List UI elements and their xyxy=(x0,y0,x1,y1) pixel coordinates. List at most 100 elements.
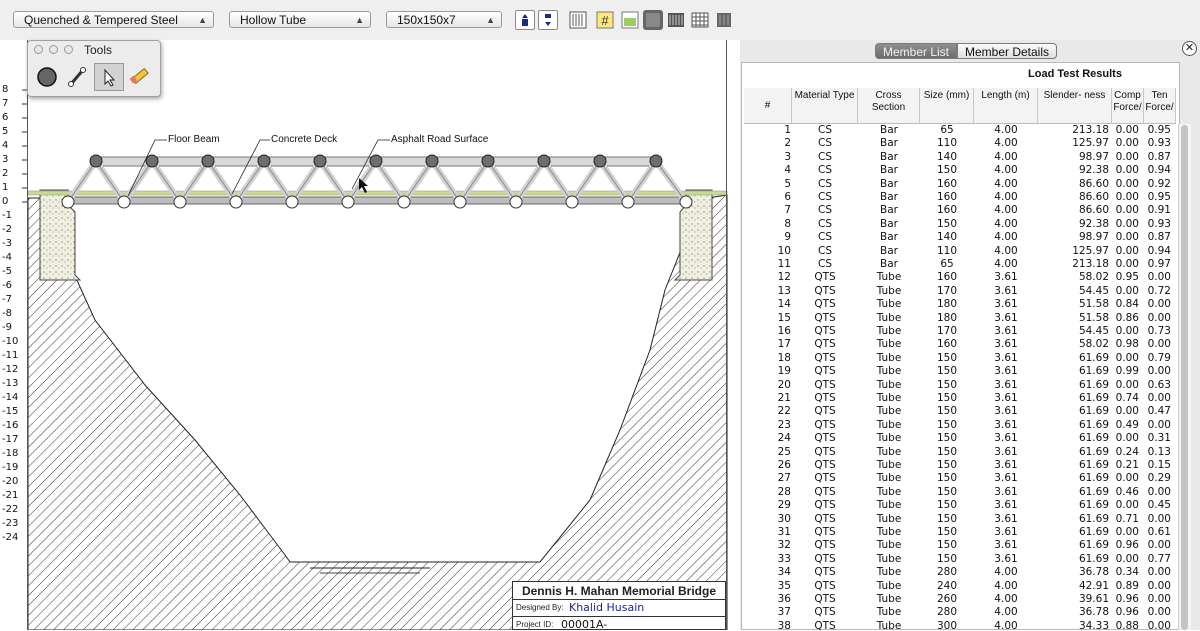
table-cell: 0.86 xyxy=(1115,311,1139,324)
member-tool-button[interactable] xyxy=(62,63,92,91)
table-row[interactable]: 16 QTS Tube 170 3.61 54.45 0.00 0.73 xyxy=(744,325,1176,338)
table-row[interactable]: 19 QTS Tube 150 3.61 61.69 0.99 0.00 xyxy=(744,365,1176,378)
table-cell: 0.00 xyxy=(1115,137,1139,150)
table-row[interactable]: 6 CS Bar 160 4.00 86.60 0.00 0.95 xyxy=(744,191,1176,204)
y-axis-tick-label: 6 xyxy=(2,112,9,123)
table-row[interactable]: 37 QTS Tube 280 4.00 36.78 0.96 0.00 xyxy=(744,606,1176,619)
table-row[interactable]: 26 QTS Tube 150 3.61 61.69 0.21 0.15 xyxy=(744,459,1176,472)
table-cell: 150 xyxy=(936,392,958,404)
table-cell: 0.00 xyxy=(1115,284,1139,297)
table-row[interactable]: 7 CS Bar 160 4.00 86.60 0.00 0.91 xyxy=(744,204,1176,217)
table-cell: 0.84 xyxy=(1115,298,1139,311)
table-row[interactable]: 8 CS Bar 150 4.00 92.38 0.00 0.93 xyxy=(744,218,1176,231)
table-row[interactable]: 12 QTS Tube 160 3.61 58.02 0.95 0.00 xyxy=(744,271,1176,284)
palette-zoom-button[interactable] xyxy=(64,45,73,54)
column-header[interactable]: Cross Section xyxy=(858,88,920,123)
table-cell: CS xyxy=(818,258,832,270)
arrow-pointer-icon xyxy=(104,68,116,87)
table-row[interactable]: 35 QTS Tube 240 4.00 42.91 0.89 0.00 xyxy=(744,580,1176,593)
table-cell: 3.61 xyxy=(994,418,1018,431)
table-row[interactable]: 10 CS Bar 110 4.00 125.97 0.00 0.94 xyxy=(744,245,1176,258)
table-cell: 0.74 xyxy=(1115,392,1139,404)
table-row[interactable]: 17 QTS Tube 160 3.61 58.02 0.98 0.00 xyxy=(744,338,1176,351)
member-table-body[interactable]: 1 CS Bar 65 4.00 213.18 0.00 0.95 2 CS Bar 110 4.00 1… xyxy=(744,124,1176,630)
table-row[interactable]: 1 CS Bar 65 4.00 213.18 0.00 0.95 xyxy=(744,124,1176,137)
table-row[interactable]: 34 QTS Tube 280 4.00 36.78 0.34 0.00 xyxy=(744,566,1176,579)
table-cell: 4.00 xyxy=(994,191,1018,203)
table-row[interactable]: 32 QTS Tube 150 3.61 61.69 0.96 0.00 xyxy=(744,539,1176,552)
table-row[interactable]: 15 QTS Tube 180 3.61 51.58 0.86 0.00 xyxy=(744,312,1176,325)
table-cell: 51.58 xyxy=(1078,298,1109,311)
table-row[interactable]: 25 QTS Tube 150 3.61 61.69 0.24 0.13 xyxy=(744,446,1176,459)
y-axis-tick-label: -1 xyxy=(2,210,12,221)
column-header[interactable]: Ten Force/ xyxy=(1144,88,1176,123)
table-cell: 0.00 xyxy=(1115,351,1139,364)
table-row[interactable]: 5 CS Bar 160 4.00 86.60 0.00 0.92 xyxy=(744,178,1176,191)
table-cell: 3.61 xyxy=(994,405,1018,418)
table-row[interactable]: 31 QTS Tube 150 3.61 61.69 0.00 0.61 xyxy=(744,526,1176,539)
drawing-title-block: Dennis H. Mahan Memorial Bridge Designed… xyxy=(512,581,726,631)
table-cell: 3.61 xyxy=(994,512,1018,525)
table-cell: 150 xyxy=(936,485,958,498)
select-tool-button[interactable] xyxy=(94,63,124,91)
table-cell: 24 xyxy=(777,432,791,445)
table-cell: 0.13 xyxy=(1147,445,1171,458)
table-row[interactable]: 33 QTS Tube 150 3.61 61.69 0.00 0.77 xyxy=(744,553,1176,566)
table-cell: 160 xyxy=(936,338,958,351)
table-row[interactable]: 27 QTS Tube 150 3.61 61.69 0.00 0.29 xyxy=(744,472,1176,485)
table-row[interactable]: 24 QTS Tube 150 3.61 61.69 0.00 0.31 xyxy=(744,432,1176,445)
column-header[interactable]: Size (mm) xyxy=(920,88,974,123)
table-cell: 0.00 xyxy=(1115,244,1139,257)
table-cell: 61.69 xyxy=(1078,378,1109,391)
close-panel-button[interactable]: ✕ xyxy=(1182,41,1197,56)
table-row[interactable]: 21 QTS Tube 150 3.61 61.69 0.74 0.00 xyxy=(744,392,1176,405)
table-row[interactable]: 36 QTS Tube 260 4.00 39.61 0.96 0.00 xyxy=(744,593,1176,606)
table-row[interactable]: 20 QTS Tube 150 3.61 61.69 0.00 0.63 xyxy=(744,379,1176,392)
table-row[interactable]: 13 QTS Tube 170 3.61 54.45 0.00 0.72 xyxy=(744,285,1176,298)
table-cell: 0.00 xyxy=(1147,539,1171,552)
column-header[interactable]: Slender- ness xyxy=(1038,88,1112,123)
joint-tool-button[interactable] xyxy=(32,63,62,91)
table-row[interactable]: 4 CS Bar 150 4.00 92.38 0.00 0.94 xyxy=(744,164,1176,177)
scrollbar-thumb[interactable] xyxy=(1181,125,1188,630)
table-cell: 32 xyxy=(777,539,791,552)
table-row[interactable]: 23 QTS Tube 150 3.61 61.69 0.49 0.00 xyxy=(744,419,1176,432)
tools-palette[interactable]: Tools xyxy=(27,40,161,97)
table-row[interactable]: 30 QTS Tube 150 3.61 61.69 0.71 0.00 xyxy=(744,513,1176,526)
column-header[interactable]: Comp Force/ xyxy=(1112,88,1144,123)
table-row[interactable]: 3 CS Bar 140 4.00 98.97 0.00 0.87 xyxy=(744,151,1176,164)
table-cell: 92.38 xyxy=(1078,164,1109,177)
table-row[interactable]: 9 CS Bar 140 4.00 98.97 0.00 0.87 xyxy=(744,231,1176,244)
eraser-tool-button[interactable] xyxy=(124,63,154,91)
table-row[interactable]: 38 QTS Tube 300 4.00 34.33 0.88 0.00 xyxy=(744,620,1176,630)
table-row[interactable]: 18 QTS Tube 150 3.61 61.69 0.00 0.79 xyxy=(744,352,1176,365)
palette-minimize-button[interactable] xyxy=(49,45,58,54)
palette-close-button[interactable] xyxy=(34,45,43,54)
y-axis-tick-label: -11 xyxy=(2,350,19,361)
table-cell: Bar xyxy=(880,244,898,257)
table-row[interactable]: 11 CS Bar 65 4.00 213.18 0.00 0.97 xyxy=(744,258,1176,271)
tab-member-list[interactable]: Member List xyxy=(875,43,957,59)
table-cell: 0.49 xyxy=(1115,418,1139,431)
table-cell: 150 xyxy=(936,351,958,364)
y-axis-tick-label: -18 xyxy=(2,448,19,459)
table-row[interactable]: 28 QTS Tube 150 3.61 61.69 0.46 0.00 xyxy=(744,486,1176,499)
project-id-label: Project ID: xyxy=(516,620,554,629)
column-header[interactable]: Length (m) xyxy=(974,88,1038,123)
column-header[interactable]: Material Type xyxy=(792,88,858,123)
table-cell: 61.69 xyxy=(1078,485,1109,498)
tab-member-details[interactable]: Member Details xyxy=(957,43,1057,59)
table-cell: 213.18 xyxy=(1072,258,1109,270)
column-header[interactable]: # xyxy=(744,88,792,123)
table-cell: 0.34 xyxy=(1115,566,1139,579)
table-row[interactable]: 22 QTS Tube 150 3.61 61.69 0.00 0.47 xyxy=(744,405,1176,418)
table-cell: 58.02 xyxy=(1078,338,1109,351)
table-cell: 61.69 xyxy=(1078,365,1109,378)
table-cell: 0.00 xyxy=(1147,365,1171,378)
table-cell: 61.69 xyxy=(1078,459,1109,471)
table-cell: 4.00 xyxy=(994,150,1018,163)
table-row[interactable]: 2 CS Bar 110 4.00 125.97 0.00 0.93 xyxy=(744,137,1176,150)
y-axis-tick-label: -19 xyxy=(2,462,19,473)
table-row[interactable]: 14 QTS Tube 180 3.61 51.58 0.84 0.00 xyxy=(744,298,1176,311)
table-row[interactable]: 29 QTS Tube 150 3.61 61.69 0.00 0.45 xyxy=(744,499,1176,512)
